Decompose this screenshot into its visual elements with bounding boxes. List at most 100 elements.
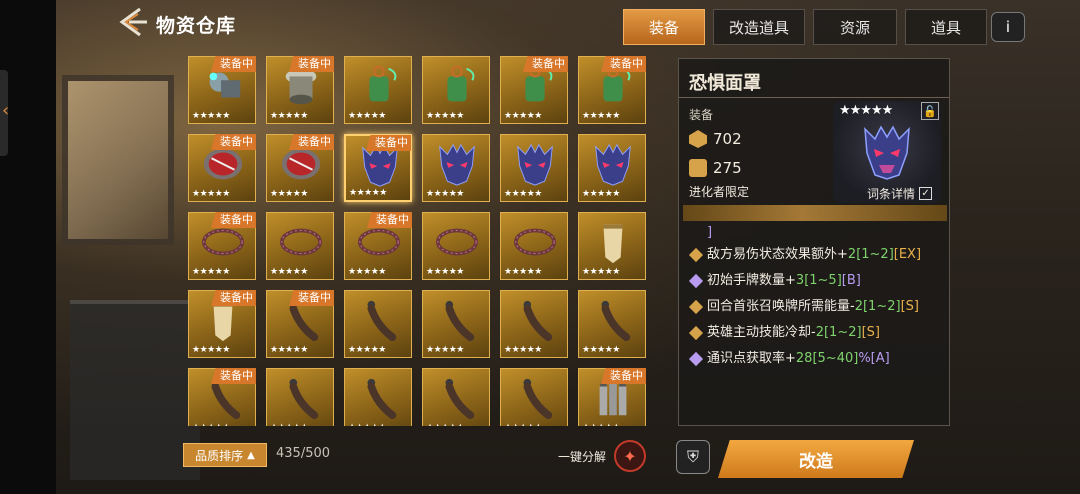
inventory-slot[interactable]: ★★★★★ (422, 56, 490, 124)
inventory-slot[interactable]: ★★★★★ (344, 56, 412, 124)
inventory-slot[interactable]: ★★★★★ (266, 212, 334, 280)
thorn-crown-icon (513, 228, 557, 256)
star-rating: ★★★★★ (192, 345, 230, 355)
star-rating: ★★★★★ (348, 267, 386, 277)
thorn-crown-icon (279, 228, 323, 256)
star-rating: ★★★★★ (504, 345, 542, 355)
back-arrow-icon[interactable] (114, 6, 150, 38)
inventory-slot[interactable]: ★★★★★ (344, 368, 412, 426)
inventory-slot[interactable]: ★★★★★ 装备中 (344, 212, 412, 280)
info-button[interactable]: i (991, 12, 1025, 42)
attack-icon (689, 159, 707, 177)
star-rating: ★★★★★ (348, 345, 386, 355)
decompose-button[interactable]: ✦ (614, 440, 646, 472)
inventory-slot[interactable]: ★★★★★ (500, 134, 568, 202)
inventory-slot[interactable]: ★★★★★ 装备中 (188, 56, 256, 124)
inventory-slot[interactable]: ★★★★★ 装备中 (188, 212, 256, 280)
leather-strap-icon (289, 378, 319, 420)
inventory-slot[interactable]: ★★★★★ (422, 368, 490, 426)
side-chevron-icon: ‹ (2, 100, 10, 121)
effect-tier: %[A] (858, 351, 890, 366)
equipped-badge: 装备中 (211, 212, 256, 228)
diamond-icon (688, 299, 704, 315)
inventory-slot[interactable]: ★★★★★ (578, 290, 646, 358)
diamond-icon (688, 325, 704, 341)
diamond-icon (688, 351, 704, 367)
effect-row: 敌方易伤状态效果额外+2[1~2][EX] (685, 245, 947, 265)
inventory-slot[interactable]: ★★★★★ 装备中 (188, 290, 256, 358)
modify-button[interactable]: 改造 (718, 440, 914, 478)
inventory-slot[interactable]: ★★★★★ 装备中 (578, 368, 646, 426)
inventory-slot[interactable]: ★★★★★ (422, 290, 490, 358)
effect-text: 通识点获取率+ (707, 351, 796, 366)
star-rating: ★★★★★ (270, 189, 308, 199)
inventory-slot[interactable]: ★★★★★ (422, 134, 490, 202)
inventory-slot[interactable]: ★★★★★ (500, 290, 568, 358)
shield-button[interactable]: ⛨ (676, 440, 710, 474)
inventory-slot[interactable]: ★★★★★ 装备中 (188, 368, 256, 426)
star-rating: ★★★★★ (504, 189, 542, 199)
tab-equipment[interactable]: 装备 (623, 9, 705, 45)
star-rating: ★★★★★ (192, 422, 230, 426)
background-console (70, 300, 200, 480)
inventory-slot[interactable]: ★★★★★ 装备中 (578, 56, 646, 124)
restriction-label: 进化者限定 (689, 185, 750, 199)
demon-mask-icon (864, 125, 910, 180)
demon-mask-icon (517, 143, 553, 186)
effect-continuation: ] (707, 225, 713, 240)
star-rating: ★★★★★ (582, 345, 620, 355)
green-lantern-icon (369, 65, 397, 102)
effects-list[interactable]: ] 敌方易伤状态效果额外+2[1~2][EX] 初始手牌数量+3[1~5][B] 回… (685, 225, 947, 421)
leather-strap-icon (445, 300, 475, 342)
star-rating: ★★★★★ (426, 111, 464, 121)
divider (679, 97, 949, 98)
effect-val: 3 (795, 273, 805, 288)
thorn-crown-icon (435, 228, 479, 256)
item-name: 恐惧面罩 (689, 73, 761, 94)
effect-tail: S] (905, 299, 919, 314)
star-rating: ★★★★★ (348, 111, 386, 121)
star-rating: ★★★★★ (582, 189, 620, 199)
inventory-slot[interactable]: ★★★★★ 装备中 (188, 134, 256, 202)
inventory-slot[interactable]: ★★★★★ (578, 212, 646, 280)
inventory-slot[interactable]: ★★★★★ (422, 212, 490, 280)
leather-strap-icon (367, 300, 397, 342)
sort-label: 品质排序 (195, 448, 244, 463)
star-rating: ★★★★★ (270, 422, 308, 426)
decompose-icon: ✦ (623, 446, 637, 466)
effect-range: [1~5] (804, 273, 842, 288)
inventory-slot[interactable]: ★★★★★ 装备中 (266, 290, 334, 358)
entry-details-checkbox[interactable]: ✓ (919, 187, 933, 200)
stat-value-2: 275 (713, 159, 742, 177)
equipped-badge: 装备中 (211, 368, 256, 384)
effect-row: 回合首张召唤牌所需能量-2[1~2][S] (685, 297, 947, 317)
star-rating: ★★★★★ (270, 267, 308, 277)
equipped-badge: 装备中 (523, 56, 568, 72)
tab-items[interactable]: 道具 (905, 9, 987, 45)
tab-resources[interactable]: 资源 (813, 9, 897, 45)
lock-icon[interactable]: 🔓 (921, 102, 939, 120)
tab-modify-items[interactable]: 改造道具 (713, 9, 805, 45)
inventory-slot[interactable]: ★★★★★ (266, 368, 334, 426)
star-rating: ★★★★★ (192, 267, 230, 277)
page-title: 物资仓库 (156, 15, 237, 37)
effect-range: [1~2] (823, 325, 862, 340)
sort-up-icon: ▲ (247, 449, 255, 461)
inventory-slot[interactable]: ★★★★★ 装备中 (344, 134, 412, 202)
diamond-icon (688, 247, 704, 263)
inventory-slot[interactable]: ★★★★★ 装备中 (500, 56, 568, 124)
inventory-slot[interactable]: ★★★★★ 装备中 (266, 134, 334, 202)
equipped-badge: 装备中 (366, 135, 411, 151)
inventory-slot[interactable]: ★★★★★ (500, 368, 568, 426)
decompose-label: 一键分解 (558, 450, 607, 464)
leather-strap-icon (601, 300, 631, 342)
effect-val: 2 (854, 299, 863, 314)
effect-range: [1~2] (862, 299, 901, 314)
quality-sort-button[interactable]: 品质排序 ▲ (183, 443, 267, 467)
inventory-slot[interactable]: ★★★★★ (344, 290, 412, 358)
equipped-badge: 装备中 (289, 56, 334, 72)
entry-details-toggle[interactable]: 词条详情 ✓ (867, 185, 933, 202)
inventory-slot[interactable]: ★★★★★ (500, 212, 568, 280)
inventory-slot[interactable]: ★★★★★ 装备中 (266, 56, 334, 124)
inventory-slot[interactable]: ★★★★★ (578, 134, 646, 202)
